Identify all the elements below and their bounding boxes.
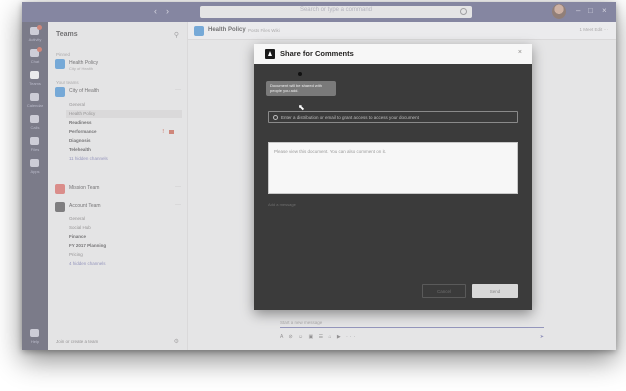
send-button[interactable]: Send: [472, 284, 518, 298]
share-for-comments-dialog: Share for Comments × Document will be sh…: [254, 44, 532, 310]
search-icon: [273, 115, 278, 120]
teams-window: ‹ › Search or type a command – □ × Activ…: [22, 2, 616, 350]
close-icon[interactable]: ×: [518, 49, 522, 56]
cancel-button[interactable]: Cancel: [422, 284, 466, 298]
add-message-link[interactable]: Add a message: [268, 202, 296, 207]
tooltip: Document will be shared with people you …: [266, 81, 336, 96]
message-field[interactable]: [268, 142, 518, 194]
dialog-title: Share for Comments: [280, 49, 354, 58]
tooltip-line: people you add.: [270, 88, 299, 93]
app-logo-icon: [265, 49, 275, 59]
dialog-header: Share for Comments ×: [254, 44, 532, 64]
tooltip-anchor: [298, 72, 302, 76]
message-textarea[interactable]: [269, 143, 517, 193]
recipients-input[interactable]: [281, 113, 513, 122]
recipients-field[interactable]: [268, 111, 518, 123]
